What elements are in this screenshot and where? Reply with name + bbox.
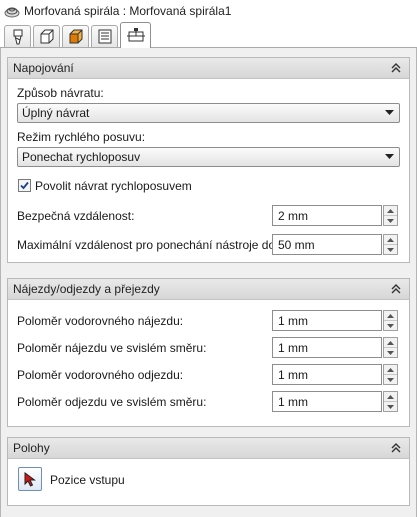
allow-rapid-return-checkbox[interactable] <box>18 179 31 192</box>
tab-geometry[interactable] <box>62 25 89 47</box>
window-title: Morfovaná spirála : Morfovaná spirála1 <box>24 4 232 18</box>
spin-up-icon[interactable] <box>384 365 397 374</box>
rapid-mode-label: Režim rychlého posuvu: <box>17 130 146 144</box>
collapse-up-icon[interactable] <box>389 441 403 455</box>
lead-out-vertical-input[interactable]: 1 mm <box>272 391 382 412</box>
lead-out-vertical-label: Poloměr odjezdu ve svislém směru: <box>17 395 207 409</box>
safe-distance-input[interactable]: 2 mm <box>272 205 382 226</box>
max-stay-down-spinner: 50 mm <box>272 234 400 255</box>
max-stay-down-label: Maximální vzdálenost pro ponechání nástr… <box>17 238 288 252</box>
spin-up-icon[interactable] <box>384 206 397 215</box>
lead-in-horizontal-spinner: 1 mm <box>272 310 400 331</box>
section-positions-title: Polohy <box>13 441 50 455</box>
allow-rapid-return-label: Povolit návrat rychloposuvem <box>35 179 192 193</box>
section-positions-header[interactable]: Polohy <box>8 438 409 459</box>
tab-tool[interactable] <box>4 25 31 47</box>
spin-down-icon[interactable] <box>384 347 397 357</box>
entry-position-button[interactable] <box>18 467 42 491</box>
checkmark-icon <box>20 181 29 190</box>
section-linking: Napojování Způsob návratu: Úplný návrat … <box>7 57 410 263</box>
tab-strip <box>0 22 417 48</box>
return-mode-value: Úplný návrat <box>22 106 90 120</box>
lead-in-horizontal-label: Poloměr vodorovného nájezdu: <box>17 314 184 328</box>
spin-up-icon[interactable] <box>384 392 397 401</box>
spiral-icon <box>4 7 20 18</box>
dropdown-arrow-icon <box>385 154 394 159</box>
tab-stock[interactable] <box>33 25 60 47</box>
max-stay-down-input[interactable]: 50 mm <box>272 234 382 255</box>
pointer-arrow-icon <box>24 471 36 487</box>
collapse-up-icon[interactable] <box>389 61 403 75</box>
spin-down-icon[interactable] <box>384 320 397 330</box>
lead-out-horizontal-spinner: 1 mm <box>272 364 400 385</box>
spin-down-icon[interactable] <box>384 244 397 254</box>
tool-icon <box>13 29 22 44</box>
linking-icon <box>126 27 145 41</box>
spin-up-icon[interactable] <box>384 311 397 320</box>
lead-in-vertical-input[interactable]: 1 mm <box>272 337 382 358</box>
spin-up-icon[interactable] <box>384 338 397 347</box>
safe-distance-spinner: 2 mm <box>272 205 400 226</box>
section-leads-header[interactable]: Nájezdy/odjezdy a přejezdy <box>8 279 409 300</box>
parameters-icon <box>98 29 111 44</box>
spin-down-icon[interactable] <box>384 374 397 384</box>
tab-linking[interactable] <box>120 22 151 48</box>
lead-in-vertical-label: Poloměr nájezdu ve svislém směru: <box>17 341 207 355</box>
section-linking-header[interactable]: Napojování <box>8 58 409 79</box>
return-mode-select[interactable]: Úplný návrat <box>17 103 400 123</box>
section-linking-title: Napojování <box>13 61 74 75</box>
spin-up-icon[interactable] <box>384 235 397 244</box>
safe-distance-label: Bezpečná vzdálenost: <box>17 209 135 223</box>
rapid-mode-value: Ponechat rychloposuv <box>22 150 141 164</box>
lead-in-horizontal-input[interactable]: 1 mm <box>272 310 382 331</box>
tab-parameters[interactable] <box>91 25 118 47</box>
collapse-up-icon[interactable] <box>389 282 403 296</box>
panel-frame: Napojování Způsob návratu: Úplný návrat … <box>0 48 417 517</box>
spin-down-icon[interactable] <box>384 401 397 411</box>
lead-in-vertical-spinner: 1 mm <box>272 337 400 358</box>
lead-out-vertical-spinner: 1 mm <box>272 391 400 412</box>
rapid-mode-select[interactable]: Ponechat rychloposuv <box>17 147 400 167</box>
section-leads: Nájezdy/odjezdy a přejezdy Poloměr vodor… <box>7 278 410 427</box>
lead-out-horizontal-label: Poloměr vodorovného odjezdu: <box>17 368 184 382</box>
section-leads-title: Nájezdy/odjezdy a přejezdy <box>13 282 160 296</box>
spin-down-icon[interactable] <box>384 215 397 225</box>
lead-out-horizontal-input[interactable]: 1 mm <box>272 364 382 385</box>
geometry-cube-icon <box>69 29 82 44</box>
stock-cube-icon <box>40 29 53 44</box>
return-mode-label: Způsob návratu: <box>17 86 104 100</box>
section-positions: Polohy Pozice vstupu <box>7 437 410 506</box>
entry-position-label: Pozice vstupu <box>50 473 125 487</box>
window-titlebar: Morfovaná spirála : Morfovaná spirála1 <box>0 0 417 22</box>
dropdown-arrow-icon <box>385 110 394 115</box>
